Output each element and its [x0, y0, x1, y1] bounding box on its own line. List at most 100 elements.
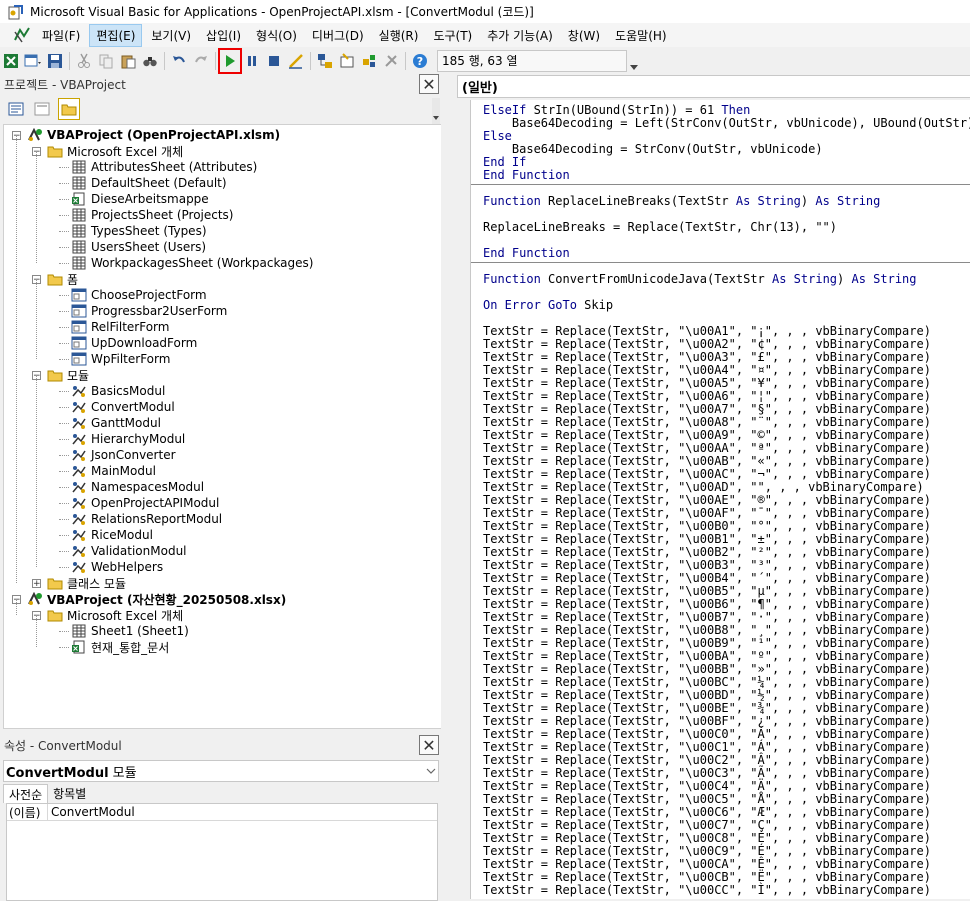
view-object-icon[interactable]	[32, 99, 52, 119]
project-scrollbar-overflow[interactable]	[431, 98, 441, 124]
menu-item-7[interactable]: 도구(T)	[427, 25, 478, 46]
toolbar-overflow-icon[interactable]	[629, 51, 639, 71]
property-row[interactable]: (이름) ConvertModul	[7, 803, 437, 821]
tree-item-label: TypesSheet (Types)	[91, 224, 207, 238]
menu-item-4[interactable]: 형식(O)	[250, 25, 303, 46]
undo-icon[interactable]	[168, 50, 190, 72]
tree-item[interactable]: BasicsModul	[59, 383, 165, 399]
menu-item-8[interactable]: 추가 기능(A)	[481, 25, 559, 46]
tree-item[interactable]: Progressbar2UserForm	[59, 303, 227, 319]
tree-item[interactable]: RelFilterForm	[59, 319, 169, 335]
property-value[interactable]: ConvertModul	[48, 805, 135, 819]
project-explorer-icon[interactable]	[314, 50, 336, 72]
tree-item[interactable]: UpDownloadForm	[59, 335, 197, 351]
menu-item-9[interactable]: 창(W)	[562, 25, 606, 46]
code-line[interactable]: End Function	[483, 169, 970, 182]
tree-item[interactable]: − 모듈	[32, 367, 89, 383]
tree-item[interactable]: NamespacesModul	[59, 479, 204, 495]
code-text: TextStr = Replace(TextStr, "\u00B7", "·"…	[483, 610, 931, 624]
tree-item[interactable]: − Microsoft Excel 개체	[32, 143, 183, 159]
object-combo[interactable]: (일반)	[457, 75, 970, 98]
tree-item-label: RiceModul	[91, 528, 153, 542]
code-editor[interactable]: ElseIf StrIn(UBound(StrIn)) = 61 Then Ba…	[449, 100, 970, 899]
code-keyword: Function	[483, 194, 549, 208]
properties-close-button[interactable]: ✕	[419, 735, 439, 755]
tree-item[interactable]: GanttModul	[59, 415, 161, 431]
menu-item-3[interactable]: 삽입(I)	[200, 25, 247, 46]
tree-item[interactable]: ProjectsSheet (Projects)	[59, 207, 234, 223]
code-margin[interactable]	[449, 100, 471, 899]
run-icon[interactable]	[218, 47, 242, 74]
view-code-icon[interactable]	[6, 99, 26, 119]
tree-item[interactable]: AttributesSheet (Attributes)	[59, 159, 257, 175]
tree-item[interactable]: HierarchyModul	[59, 431, 185, 447]
properties-window-icon[interactable]	[336, 50, 358, 72]
tree-item[interactable]: DieseArbeitsmappe	[59, 191, 209, 207]
code-line[interactable]: Function ConvertFromUnicodeJava(TextStr …	[483, 273, 970, 286]
tree-item[interactable]: OpenProjectAPIModul	[59, 495, 219, 511]
expand-icon[interactable]: +	[32, 578, 41, 588]
tree-item[interactable]: ValidationModul	[59, 543, 187, 559]
properties-tabs: 사전순 항목별	[3, 784, 91, 803]
tree-item[interactable]: Sheet1 (Sheet1)	[59, 623, 189, 639]
menu-item-10[interactable]: 도움말(H)	[609, 25, 673, 46]
code-line[interactable]: TextStr = Replace(TextStr, "\u00CC", "Ì"…	[483, 884, 970, 897]
menu-item-6[interactable]: 실행(R)	[373, 25, 425, 46]
project-close-button[interactable]: ✕	[419, 74, 439, 94]
code-text: TextStr = Replace(TextStr, "\u00C3", "Ã"…	[483, 766, 931, 780]
tree-item[interactable]: − VBAProject (OpenProjectAPI.xlsm)	[12, 127, 280, 143]
tab-alphabetic[interactable]: 사전순	[3, 784, 49, 803]
object-browser-icon[interactable]	[358, 50, 380, 72]
menu-item-2[interactable]: 보기(V)	[145, 25, 197, 46]
tree-item[interactable]: RelationsReportModul	[59, 511, 222, 527]
reset-icon[interactable]	[263, 50, 285, 72]
tree-item[interactable]: 현재_통합_문서	[59, 639, 169, 655]
menu-item-0[interactable]: 파일(F)	[36, 25, 86, 46]
help-icon[interactable]: ?	[409, 50, 431, 72]
tree-item[interactable]: ChooseProjectForm	[59, 287, 207, 303]
design-mode-icon[interactable]	[285, 50, 307, 72]
copy-icon[interactable]	[95, 50, 117, 72]
tree-item[interactable]: − VBAProject (자산현황_20250508.xlsx)	[12, 591, 286, 607]
tree-item[interactable]: + 클래스 모듈	[32, 575, 126, 591]
find-icon[interactable]	[139, 50, 161, 72]
tree-item[interactable]: DefaultSheet (Default)	[59, 175, 227, 191]
tree-item[interactable]: − Microsoft Excel 개체	[32, 607, 183, 623]
toggle-folders-icon[interactable]	[58, 98, 80, 120]
tree-item[interactable]: WpFilterForm	[59, 351, 170, 367]
tree-item[interactable]: MainModul	[59, 463, 156, 479]
redo-icon[interactable]	[190, 50, 212, 72]
tree-item[interactable]: JsonConverter	[59, 447, 176, 463]
code-lines[interactable]: ElseIf StrIn(UBound(StrIn)) = 61 Then Ba…	[483, 104, 970, 897]
menu-item-5[interactable]: 디버그(D)	[306, 25, 370, 46]
paste-icon[interactable]	[117, 50, 139, 72]
excel-view-icon[interactable]	[0, 50, 22, 72]
cut-icon[interactable]	[73, 50, 95, 72]
tree-item[interactable]: WorkpackagesSheet (Workpackages)	[59, 255, 313, 271]
code-line[interactable]: End Function	[483, 247, 970, 260]
properties-object-dropdown[interactable]: ConvertModul 모듈	[3, 760, 439, 782]
procedure-separator	[471, 262, 970, 263]
tab-categorized[interactable]: 항목별	[48, 784, 91, 802]
insert-userform-icon[interactable]	[22, 50, 44, 72]
menu-item-1[interactable]: 편집(E)	[89, 23, 143, 47]
code-line[interactable]: Function ReplaceLineBreaks(TextStr As St…	[483, 195, 970, 208]
chevron-down-icon[interactable]	[424, 765, 438, 777]
break-icon[interactable]	[241, 50, 263, 72]
code-line[interactable]: ReplaceLineBreaks = Replace(TextStr, Chr…	[483, 221, 970, 234]
code-line[interactable]: On Error GoTo Skip	[483, 299, 970, 312]
code-line[interactable]: Base64Decoding = Left(StrConv(OutStr, vb…	[483, 117, 970, 130]
tree-item[interactable]: RiceModul	[59, 527, 153, 543]
pane-splitter[interactable]	[441, 74, 449, 899]
tree-item-label: WebHelpers	[91, 560, 164, 574]
excel-view-icon[interactable]	[12, 26, 32, 44]
tree-item[interactable]: ConvertModul	[59, 399, 175, 415]
tree-item[interactable]: TypesSheet (Types)	[59, 223, 207, 239]
save-icon[interactable]	[44, 50, 66, 72]
tree-item[interactable]: UsersSheet (Users)	[59, 239, 206, 255]
properties-object-name: ConvertModul	[6, 765, 109, 781]
tree-item[interactable]: WebHelpers	[59, 559, 163, 575]
toolbox-icon[interactable]	[380, 50, 402, 72]
code-line[interactable]: Base64Decoding = StrConv(OutStr, vbUnico…	[483, 143, 970, 156]
tree-item[interactable]: − 폼	[32, 271, 78, 287]
